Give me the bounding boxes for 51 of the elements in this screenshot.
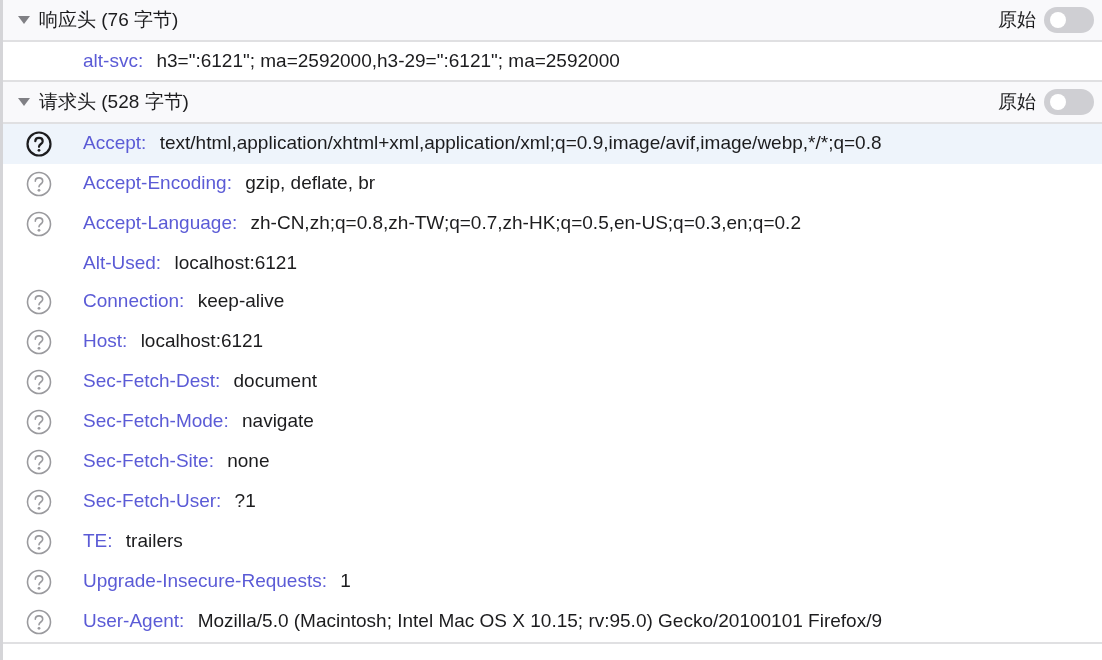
header-row[interactable]: Accept-Encoding: gzip, deflate, br [3, 164, 1102, 204]
header-row[interactable]: TE: trailers [3, 522, 1102, 562]
expand-toggle[interactable] [17, 97, 31, 107]
header-row[interactable]: Accept-Language: zh-CN,zh;q=0.8,zh-TW;q=0.7,zh-HK;q=0.5,en-US;q=0.3,en;q=0.2 [3, 204, 1102, 244]
header-row[interactable]: Accept: text/html,application/xhtml+xml,application/xml;q=0.9,image/avif,image/webp,*/*;q=0.8 [3, 124, 1102, 164]
header-value: gzip, deflate, br [245, 172, 376, 193]
header-name: Sec-Fetch-Mode: [83, 410, 229, 431]
header-value: document [233, 370, 317, 391]
header-name: Sec-Fetch-User: [83, 490, 222, 511]
header-value: none [227, 450, 270, 471]
header-row[interactable]: Sec-Fetch-Dest: document [3, 362, 1102, 402]
header-name: Sec-Fetch-Dest: [83, 370, 221, 391]
header-row[interactable]: User-Agent: Mozilla/5.0 (Macintosh; Intel Mac OS X 10.15; rv:95.0) Gecko/20100101 Firefox/9 [3, 602, 1102, 642]
header-value: ?1 [234, 490, 256, 511]
header-value: Mozilla/5.0 (Macintosh; Intel Mac OS X 10.15; rv:95.0) Gecko/20100101 Firefox/9 [197, 610, 882, 631]
header-name: Host: [83, 330, 128, 351]
header-name: Accept-Language: [83, 212, 238, 233]
header-name: Sec-Fetch-Site: [83, 450, 214, 471]
header-value: localhost:6121 [140, 330, 264, 351]
toggle-label: 原始 [998, 89, 1036, 114]
header-name: TE: [83, 530, 113, 551]
header-row[interactable]: Host: localhost:6121 [3, 322, 1102, 362]
header-value: zh-CN,zh;q=0.8,zh-TW;q=0.7,zh-HK;q=0.5,en-US;q=0.3,en;q=0.2 [250, 212, 801, 233]
section-title: 请求头 (528 字节) [39, 89, 190, 114]
toggle-label: 原始 [998, 7, 1036, 32]
header-value: 1 [340, 570, 351, 591]
header-value: navigate [242, 410, 314, 431]
header-row[interactable]: Alt-Used: localhost:6121 [3, 244, 1102, 282]
header-row[interactable]: Upgrade-Insecure-Requests: 1 [3, 562, 1102, 602]
header-value: text/html,application/xhtml+xml,application/xml;q=0.9,image/avif,image/webp,*/*;q=0.8 [159, 132, 882, 153]
header-value: h3=":6121"; ma=2592000,h3-29=":6121"; ma=2592000 [156, 50, 620, 71]
header-row[interactable]: Connection: keep-alive [3, 282, 1102, 322]
raw-toggle[interactable] [1044, 7, 1094, 33]
header-row[interactable]: alt-svc: h3=":6121"; ma=2592000,h3-29=":6121"; ma=2592000 [3, 42, 1102, 80]
section-title: 响应头 (76 字节) [39, 7, 180, 32]
header-name: alt-svc: [83, 50, 144, 71]
header-row[interactable]: Sec-Fetch-Site: none [3, 442, 1102, 482]
header-name: Alt-Used: [83, 252, 162, 273]
header-name: Upgrade-Insecure-Requests: [83, 570, 327, 591]
header-row[interactable]: Sec-Fetch-User: ?1 [3, 482, 1102, 522]
header-value: localhost:6121 [174, 252, 297, 273]
raw-toggle[interactable] [1044, 89, 1094, 115]
header-row[interactable]: Sec-Fetch-Mode: navigate [3, 402, 1102, 442]
header-name: Accept-Encoding: [83, 172, 232, 193]
expand-toggle[interactable] [17, 15, 31, 25]
header-name: Connection: [83, 290, 185, 311]
header-name: Accept: [83, 132, 147, 153]
header-name: User-Agent: [83, 610, 185, 631]
header-value: keep-alive [197, 290, 285, 311]
help-icon[interactable] [25, 130, 53, 158]
header-value: trailers [125, 530, 183, 551]
